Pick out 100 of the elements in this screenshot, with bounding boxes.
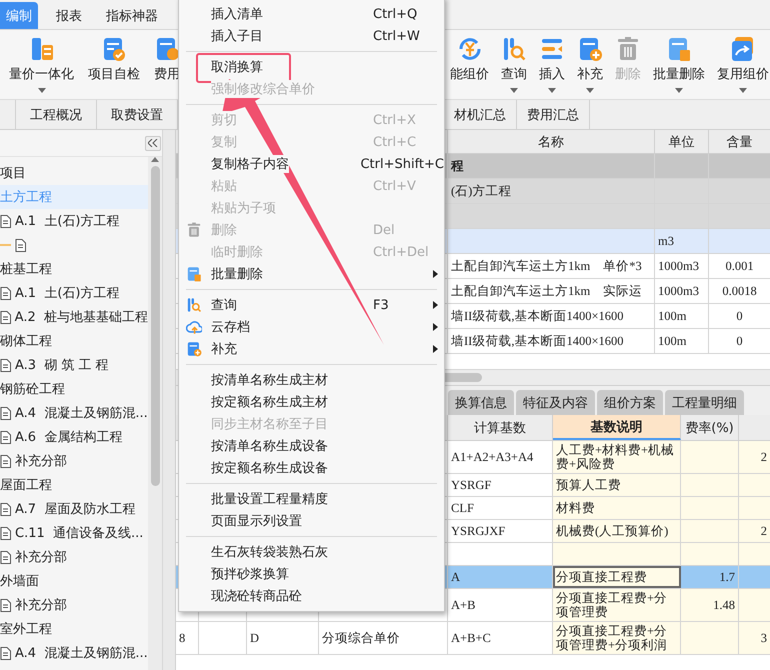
collapse-button[interactable]	[145, 136, 161, 150]
tree-item[interactable]: A.3 砌 筑 工 程	[0, 353, 148, 377]
tree-label: 桩基工程	[0, 261, 52, 278]
tree-item[interactable]: 钢筋砼工程	[0, 377, 148, 401]
tab[interactable]: 换算信息	[448, 390, 514, 415]
caret-icon	[510, 88, 518, 92]
tree-item[interactable]: A.4 混凝土及钢筋混...	[0, 401, 148, 425]
table-cell: D	[250, 631, 260, 645]
tree-label: 室外工程	[0, 621, 52, 638]
tree-item[interactable]: 外墙面	[0, 569, 148, 593]
table-cell: m3	[658, 234, 674, 248]
tree-item[interactable]: A.2 桩与地基基础工程	[0, 305, 148, 329]
menu-item[interactable]: 按清单名称生成主材	[179, 369, 444, 391]
caret-icon	[675, 88, 683, 92]
table-cell: 0.0018	[722, 284, 757, 298]
tree-label: 土方工程	[0, 189, 52, 206]
tree-item[interactable]: A.1 土(石)方工程	[0, 281, 148, 305]
menu-item[interactable]: 插入清单 Ctrl+Q	[179, 3, 444, 25]
yen-icon	[456, 36, 482, 62]
tree-item[interactable]: 补充分部	[0, 593, 148, 617]
delete-document-icon	[666, 36, 692, 62]
tree-item[interactable]: 项目	[0, 161, 148, 185]
table-cell: 墙II级荷载,基本断面1400×1600	[451, 308, 624, 324]
column-header: 含量	[709, 130, 770, 153]
toolbar-button[interactable]: 插入	[538, 36, 566, 94]
tab[interactable]: 组价方案	[597, 390, 663, 415]
tab[interactable]: 工程概况	[16, 100, 97, 129]
toolbar-button[interactable]: 批量删除	[652, 36, 706, 94]
submenu-arrow-icon	[433, 270, 438, 278]
table-cell: A	[451, 570, 460, 584]
table-cell: 1000m3	[658, 284, 699, 298]
list-icon	[539, 36, 565, 62]
toolbar-button[interactable]: 量价一体化	[8, 36, 75, 94]
table-cell-text: 分项直接工程费+分项管理费+分项利润	[556, 624, 668, 652]
tree-label: A.4 混凝土及钢筋混...	[15, 645, 148, 662]
toolbar-button[interactable]: 补充	[576, 36, 604, 94]
tab[interactable]: 指标神器	[100, 2, 164, 29]
tree-item[interactable]: 砌体工程	[0, 329, 148, 353]
tree-item[interactable]: 桩基工程	[0, 257, 148, 281]
table-cell: A1+A2+A3+A4	[451, 450, 534, 464]
tree-label: 砌体工程	[0, 333, 52, 350]
tree-item[interactable]: A.6 金属结构工程	[0, 425, 148, 449]
caret-icon	[38, 88, 46, 92]
column-header[interactable]: 费率(%)	[681, 415, 739, 440]
table-row[interactable]: 8 D 分项综合单价 A+B+C 分项直接工程费+分项管理费+分项利润 3	[176, 622, 770, 655]
tree-label: A.4 混凝土及钢筋混...	[15, 405, 148, 422]
caret-icon	[548, 88, 556, 92]
table-cell: 1.48	[713, 598, 735, 612]
tree-label: A.1 土(石)方工程	[15, 213, 120, 230]
tree-item[interactable]: 补充分部	[0, 545, 148, 569]
table-cell: 预算人工费	[556, 478, 621, 492]
tree-label: 屋面工程	[0, 477, 52, 494]
menu-item[interactable]: 取消换算	[179, 56, 444, 78]
search-icon	[186, 297, 202, 313]
tab[interactable]: 费用汇总	[517, 100, 590, 129]
toolbar-button[interactable]: 查询	[500, 36, 528, 94]
column-header: 名称	[448, 130, 655, 153]
tree-label: C.11 通信设备及线...	[15, 525, 144, 542]
table-cell: 3	[760, 631, 767, 645]
table-cell: 墙II级荷载,基本断面1400×1600	[451, 332, 624, 350]
menu-item[interactable]: 按定额名称生成主材	[179, 391, 444, 413]
tree-item[interactable]: 补充分部	[0, 449, 148, 473]
document-icon	[15, 238, 26, 252]
tree-label: 钢筋砼工程	[0, 381, 65, 398]
table-cell: CLF	[451, 501, 474, 515]
column-header: 单位	[655, 130, 709, 153]
tree-label: A.6 金属结构工程	[15, 429, 122, 446]
tree-label: 补充分部	[15, 453, 67, 470]
tab[interactable]: 报表	[50, 2, 88, 29]
submenu-arrow-icon	[433, 345, 438, 353]
column-header[interactable]: 基数说明	[553, 415, 681, 440]
table-cell: 2	[760, 450, 767, 464]
tab[interactable]: 工程量明细	[665, 390, 744, 415]
menu-item[interactable]: 生石灰转袋装熟石灰	[179, 541, 444, 563]
table-cell: 分项综合单价	[322, 631, 400, 645]
toolbar-button[interactable]: 项目自检	[87, 36, 141, 94]
trash-icon	[615, 36, 641, 62]
tree-item[interactable]: A.1 土(石)方工程	[0, 209, 148, 233]
table-cell: 1.7	[719, 570, 735, 584]
table-cell: A+B	[451, 598, 476, 612]
tree-label: A.1 土(石)方工程	[15, 285, 120, 302]
tree-item[interactable]: A.7 屋面及防水工程	[0, 497, 148, 521]
submenu-arrow-icon	[433, 323, 438, 331]
tree-label: A.3 砌 筑 工 程	[15, 357, 109, 374]
tab[interactable]: 特征及内容	[516, 390, 595, 415]
scrollbar-thumb[interactable]	[150, 166, 160, 486]
table-cell-text: 分项直接工程费+分项管理费	[556, 591, 668, 619]
add-document-icon	[577, 36, 603, 62]
toolbar-button[interactable]: 复用组价	[716, 36, 770, 94]
menu-item[interactable]: 复制格子内容 Ctrl+Shift+C	[179, 153, 444, 175]
tree-item[interactable]: C.11 通信设备及线...	[0, 521, 148, 545]
menu-item[interactable]: 预拌砂浆换算	[179, 563, 444, 585]
tree-label: 补充分部	[15, 549, 67, 566]
tree-item[interactable]: 室外工程	[0, 617, 148, 641]
tree-item[interactable]: A.4 混凝土及钢筋混...	[0, 641, 148, 665]
menu-item[interactable]: 插入子目 Ctrl+W	[179, 25, 444, 47]
toolbar-button[interactable]: 能组价	[449, 36, 490, 94]
tree-item[interactable]: 屋面工程	[0, 473, 148, 497]
add-document-icon	[186, 341, 202, 357]
share-document-icon	[730, 36, 756, 62]
